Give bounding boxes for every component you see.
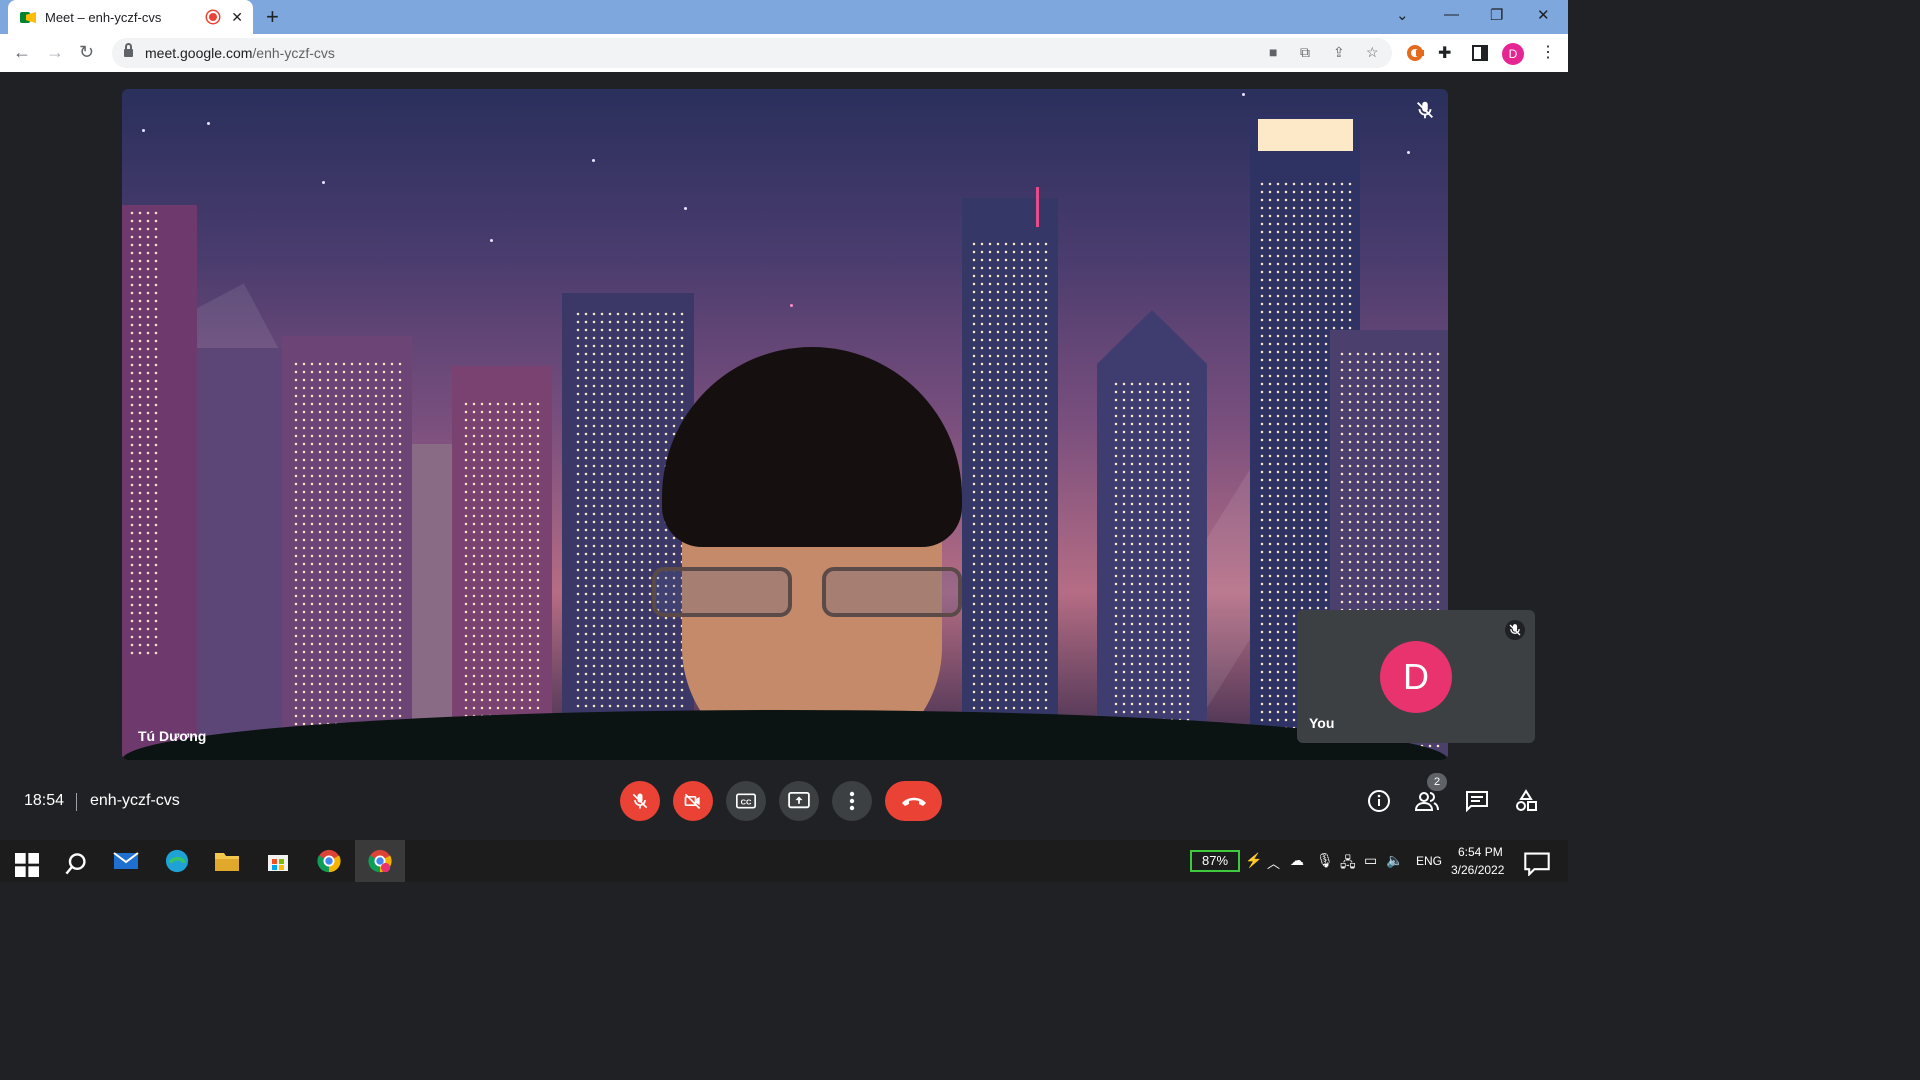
chrome-active-icon[interactable] (367, 849, 393, 873)
file-explorer-icon[interactable] (214, 849, 240, 873)
divider (76, 793, 77, 811)
info-icon (1368, 790, 1390, 812)
back-icon[interactable]: ← (13, 43, 31, 61)
windows-start-icon[interactable] (14, 853, 40, 877)
mic-off-icon (1417, 101, 1433, 119)
store-icon[interactable] (265, 849, 291, 873)
microphone-tray-icon[interactable]: 🎙 (1316, 852, 1334, 869)
activities-icon (1516, 789, 1537, 811)
battery-tray-icon[interactable]: ▭ (1364, 852, 1377, 869)
volume-icon[interactable]: 🔈 (1386, 852, 1403, 869)
language-indicator[interactable]: ENG (1416, 854, 1442, 868)
forward-icon[interactable]: → (46, 43, 64, 61)
chat-icon (1466, 791, 1488, 812)
extension-c-icon[interactable] (1405, 43, 1425, 63)
network-icon[interactable]: 🖧 (1340, 852, 1356, 876)
side-panel-icon[interactable] (1472, 45, 1488, 61)
bookmark-star-icon[interactable]: ☆ (1366, 44, 1379, 61)
more-options-button[interactable] (832, 781, 872, 821)
tray-chevron-icon[interactable]: ︿ (1267, 853, 1280, 872)
menu-dots-icon[interactable]: ⋮ (1540, 42, 1556, 62)
meet-icon (20, 10, 36, 24)
browser-titlebar: Meet – enh-yczf-cvs ✕ + ⌄ — ❐ ✕ (0, 0, 1568, 34)
main-video-tile[interactable]: Tú Dương (122, 89, 1448, 760)
address-bar[interactable]: meet.google.com/enh-yczf-cvs ■ ⧉ ⇪ ☆ (112, 38, 1392, 68)
profile-avatar[interactable]: D (1502, 43, 1524, 65)
clock-time[interactable]: 6:54 PM (1458, 845, 1503, 859)
edge-icon[interactable] (164, 849, 190, 873)
new-tab-button[interactable]: + (266, 6, 279, 28)
battery-indicator[interactable]: 87% (1190, 850, 1240, 872)
close-tab-icon[interactable]: ✕ (231, 9, 243, 26)
more-vert-icon (849, 791, 855, 811)
search-icon[interactable] (63, 852, 89, 876)
participant-count-badge: 2 (1427, 773, 1447, 791)
restore-button[interactable]: ❐ (1490, 6, 1503, 24)
chat-button[interactable] (1464, 788, 1490, 814)
windows-taskbar: 87% ⚡ ︿ ☁ 🎙 🖧 ▭ 🔈 ENG 6:54 PM 3/26/2022 (0, 840, 1568, 882)
power-plug-icon[interactable]: ⚡ (1245, 852, 1262, 869)
self-view-tile[interactable]: D You (1297, 610, 1535, 743)
meeting-time: 18:54 (24, 792, 65, 809)
mic-off-icon (632, 793, 648, 809)
svg-text:CC: CC (741, 797, 752, 806)
activities-button[interactable] (1513, 788, 1539, 814)
chrome-profile-icon[interactable] (316, 849, 342, 873)
reload-icon[interactable]: ↻ (79, 43, 94, 61)
meeting-details-button[interactable] (1366, 788, 1392, 814)
meeting-code: enh-yczf-cvs (90, 792, 180, 809)
tab-title: Meet – enh-yczf-cvs (45, 9, 162, 25)
share-icon[interactable]: ⇪ (1333, 44, 1345, 61)
tab-meet[interactable]: Meet – enh-yczf-cvs ✕ (8, 0, 253, 34)
present-icon (788, 792, 810, 809)
camera-off-icon (684, 793, 701, 810)
browser-toolbar: ← → ↻ meet.google.com/enh-yczf-cvs ■ ⧉ ⇪… (0, 34, 1568, 72)
self-mic-off-icon (1505, 620, 1525, 640)
minimize-button[interactable]: — (1444, 6, 1459, 23)
presenter-name: Tú Dương (138, 728, 207, 744)
self-avatar: D (1380, 641, 1452, 713)
notifications-icon[interactable] (1524, 852, 1550, 876)
close-window-button[interactable]: ✕ (1537, 6, 1550, 24)
meeting-controls-bar: 18:54 enh-yczf-cvs CC (0, 770, 1568, 840)
microphone-toggle-button[interactable] (620, 781, 660, 821)
captions-button[interactable]: CC (726, 781, 766, 821)
clock-date[interactable]: 3/26/2022 (1451, 863, 1504, 877)
camera-toggle-button[interactable] (673, 781, 713, 821)
participant-video-feed (642, 347, 982, 760)
closed-captions-icon: CC (736, 793, 756, 809)
translate-icon[interactable]: ⧉ (1300, 44, 1310, 61)
extensions-puzzle-icon[interactable]: ✚ (1438, 43, 1451, 63)
camera-icon[interactable]: ■ (1269, 44, 1277, 60)
people-button[interactable] (1414, 788, 1440, 814)
recording-icon (207, 11, 220, 23)
lock-icon (124, 43, 133, 58)
present-screen-button[interactable] (779, 781, 819, 821)
people-icon (1414, 792, 1439, 811)
mail-icon[interactable] (113, 849, 139, 873)
tab-search-icon[interactable]: ⌄ (1396, 6, 1409, 24)
url-text[interactable]: meet.google.com/enh-yczf-cvs (145, 45, 335, 61)
self-label: You (1309, 715, 1335, 731)
onedrive-icon[interactable]: ☁ (1290, 852, 1304, 869)
leave-call-button[interactable] (885, 781, 942, 821)
phone-hangup-icon (901, 797, 926, 806)
